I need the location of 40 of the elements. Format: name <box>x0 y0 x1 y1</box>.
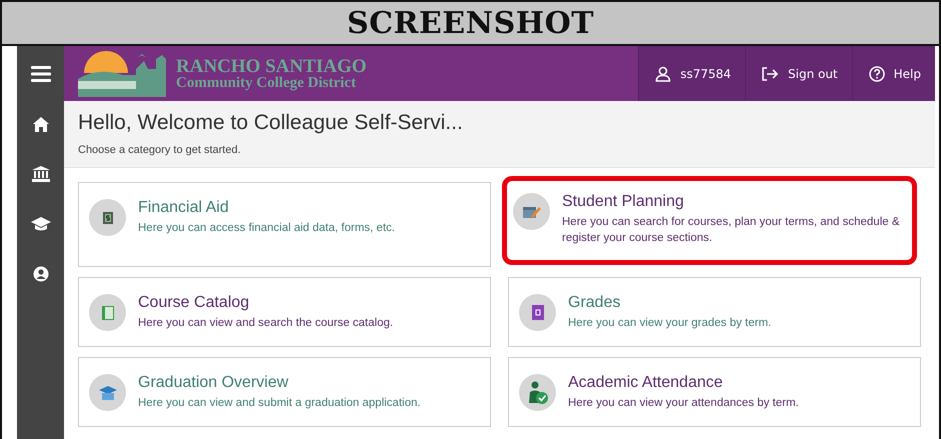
category-card[interactable]: Financial Aid Here you can access financial aid data, forms, etc. <box>78 182 491 267</box>
college-subtitle: Community College District <box>176 76 357 90</box>
card-title: Course Catalog <box>138 294 250 312</box>
category-card[interactable]: Graduation Overview Here you can view and submit a graduation application. <box>78 357 491 427</box>
user-icon <box>32 266 48 282</box>
grade-icon <box>519 294 556 331</box>
card-title: Graduation Overview <box>138 374 290 392</box>
graduation-cap-icon <box>30 217 50 231</box>
sign-out-button[interactable]: Sign out <box>745 46 852 101</box>
card-title: Academic Attendance <box>568 374 724 392</box>
welcome-heading: Hello, Welcome to Colleague Self-Servi... <box>78 111 464 135</box>
attendance-icon <box>519 374 556 411</box>
card-description: Here you can view and submit a graduation application. <box>138 396 421 411</box>
home-icon <box>32 116 48 132</box>
card-title: Grades <box>568 294 622 312</box>
grad-icon <box>89 374 126 411</box>
sign-out-icon <box>762 66 779 80</box>
help-icon <box>868 66 885 82</box>
help-button[interactable]: Help <box>852 46 935 101</box>
card-description: Here you can view your grades by term. <box>568 316 772 331</box>
user-button[interactable]: ss77584 <box>638 46 745 101</box>
card-description: Here you can view and search the course catalog. <box>138 316 394 331</box>
college-name: RANCHO SANTIAGO <box>176 56 367 76</box>
category-card[interactable]: Course Catalog Here you can view and search the course catalog. <box>78 277 491 347</box>
card-description: Here you can search for courses, plan your terms, and schedule & register your course sections. <box>562 215 901 246</box>
category-card[interactable]: Student Planning Here you can search for courses, plan your terms, and schedule & register your course sections. <box>502 176 917 265</box>
card-title: Student Planning <box>562 193 685 211</box>
card-title: Financial Aid <box>138 199 230 217</box>
user-icon <box>655 66 672 82</box>
welcome-subtitle: Choose a category to get started. <box>78 144 242 156</box>
menu-icon <box>30 66 50 82</box>
card-description: Here you can view your attendances by term. <box>568 396 799 411</box>
calendar-icon <box>513 193 550 230</box>
category-card[interactable]: Academic Attendance Here you can view your attendances by term. <box>508 357 921 427</box>
money-icon <box>89 199 126 236</box>
card-description: Here you can access financial aid data, forms, etc. <box>138 221 395 236</box>
document-title: SCREENSHOT <box>346 6 594 40</box>
bank-icon <box>32 166 50 182</box>
book-icon <box>89 294 126 331</box>
category-card[interactable]: Grades Here you can view your grades by term. <box>508 277 921 347</box>
